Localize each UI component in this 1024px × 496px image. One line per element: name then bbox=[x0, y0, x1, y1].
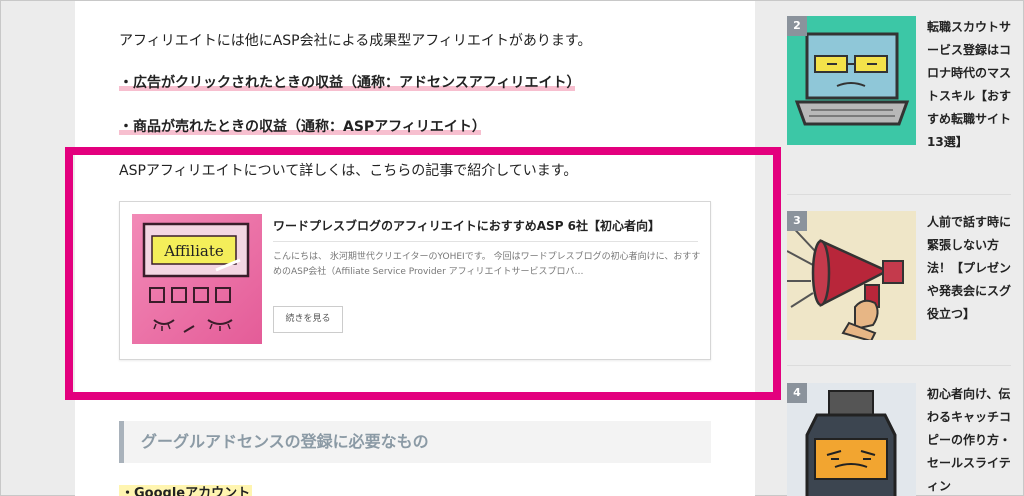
list-item-google-account: ・Googleアカウント bbox=[119, 485, 253, 496]
page-frame: アフィリエイトには他にASP会社による成果型アフィリエイトがあります。 ・広告が… bbox=[0, 0, 1024, 496]
rank-badge: 4 bbox=[787, 383, 807, 403]
ranking-title[interactable]: 転職スカウトサービス登録はコロナ時代のマストスキル【おすすめ転職サイト13選】 bbox=[927, 16, 1011, 154]
sidebar-divider bbox=[787, 365, 1011, 366]
bullet-asp: ・商品が売れたときの収益（通称：ASPアフィリエイト） bbox=[119, 119, 486, 135]
bullet-adsense: ・広告がクリックされたときの収益（通称：アドセンスアフィリエイト） bbox=[119, 75, 581, 91]
sidebar-divider bbox=[787, 194, 1011, 195]
intro-text: アフィリエイトには他にASP会社による成果型アフィリエイトがあります。 bbox=[119, 33, 592, 49]
annotation-highlight-frame bbox=[65, 147, 781, 400]
rank-badge: 2 bbox=[787, 16, 807, 36]
ranking-title[interactable]: 人前で話す時に緊張しない方法！【プレゼンや発表会にスグ役立つ】 bbox=[927, 211, 1011, 326]
section-heading: グーグルアドセンスの登録に必要なもの bbox=[119, 421, 711, 463]
ranking-title[interactable]: 初心者向け、伝わるキャッチコピーの作り方・セールスライティン bbox=[927, 383, 1011, 496]
rank-badge: 3 bbox=[787, 211, 807, 231]
